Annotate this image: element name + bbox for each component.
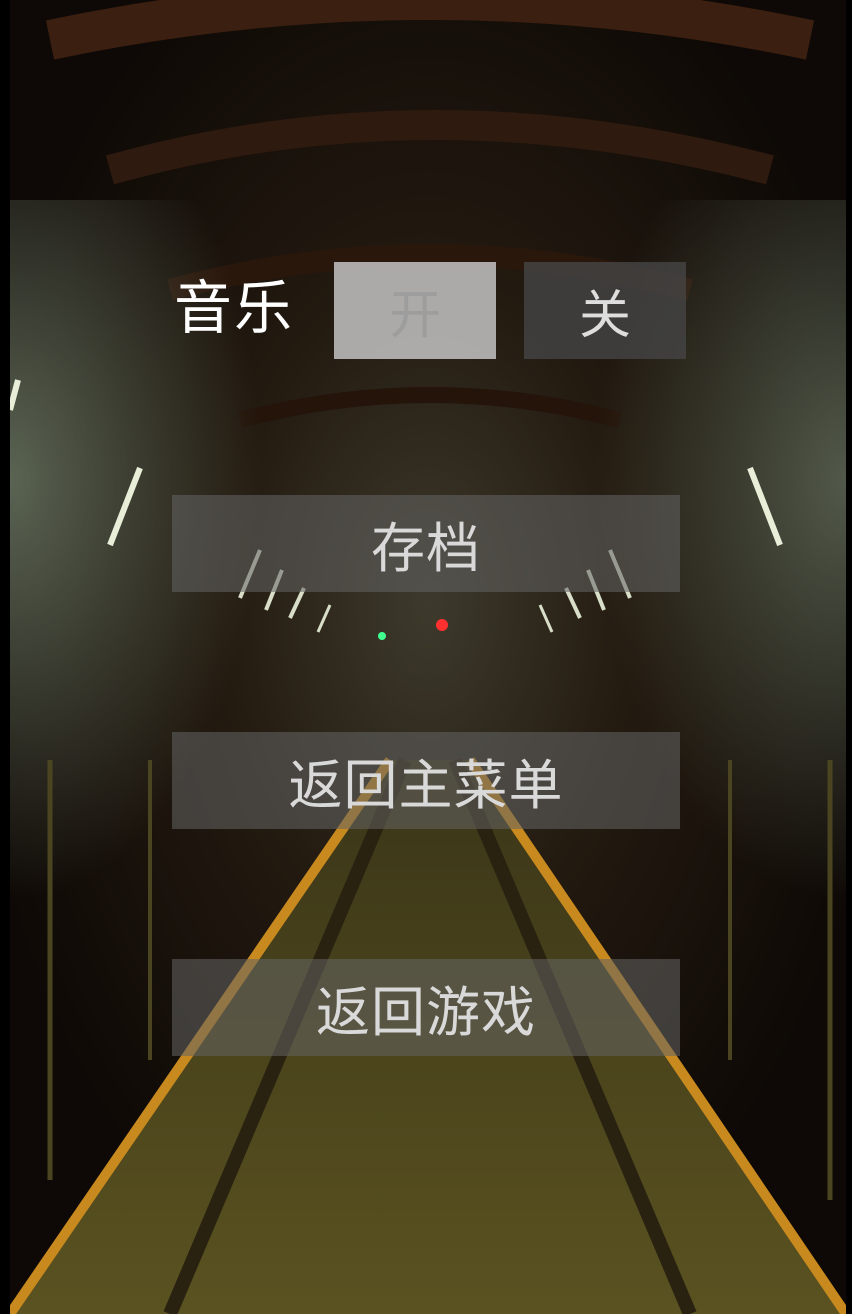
music-on-button[interactable]: 开 bbox=[334, 262, 496, 359]
return-to-game-button[interactable]: 返回游戏 bbox=[172, 959, 680, 1056]
pause-menu-screen: 音乐 开 关 存档 返回主菜单 返回游戏 bbox=[10, 0, 846, 1314]
music-label: 音乐 bbox=[174, 274, 295, 342]
music-off-button[interactable]: 关 bbox=[524, 262, 686, 359]
save-button[interactable]: 存档 bbox=[172, 495, 680, 592]
return-main-menu-button[interactable]: 返回主菜单 bbox=[172, 732, 680, 829]
tunnel-background bbox=[10, 0, 846, 1314]
